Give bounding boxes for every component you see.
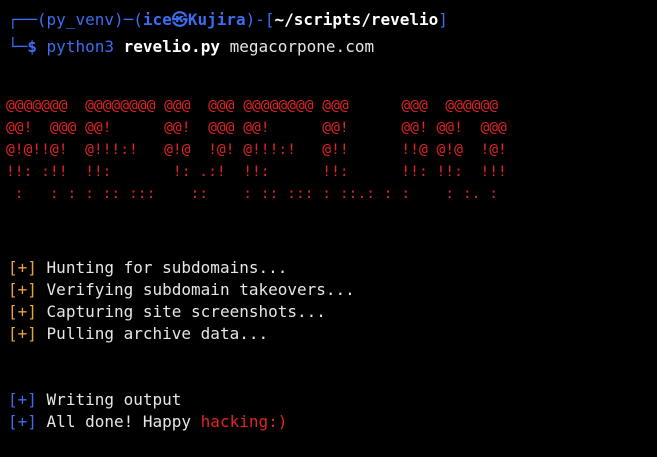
step-text: Capturing site screenshots... [46,302,326,321]
status-bracket: [+] [8,390,37,409]
prompt-dash: ─ [123,10,134,29]
hostname: Kujira [187,10,246,29]
status-bracket: [+] [8,280,37,299]
banner-line: @!@!!@! @!!!:! @!@ !@! @!!!:! @!! !!@ @!… [6,141,507,158]
status-bracket: [+] [8,412,37,431]
current-directory: ~/scripts/revelio [274,10,439,29]
banner-line: @@@@@@@ @@@@@@@@ @@@ @@@ @@@@@@@@ @@@ @@… [6,97,499,114]
step-line: [+] Hunting for subdomains... [8,257,287,279]
step-line: [+] Verifying subdomain takeovers... [8,279,355,301]
step-line: [+] Pulling archive data... [8,323,268,345]
command-argument: megacorpone.com [229,37,375,56]
step-text: Hunting for subdomains... [46,258,288,277]
prompt-line-1: ┌──(py_venv)─(ice㉿Kujira)-[~/scripts/rev… [8,9,448,31]
status-bracket: [+] [8,324,37,343]
banner-line: : : : : :: ::: :: : :: ::: : ::.: : : : … [6,185,499,202]
final-line: [+] Writing output [8,389,181,411]
hacking-highlight: hacking:) [200,412,288,431]
final-text: All done! Happy [46,412,201,431]
terminal-window[interactable]: ┌──(py_venv)─(ice㉿Kujira)-[~/scripts/rev… [0,0,657,457]
script-name: revelio.py [123,37,220,56]
prompt-dollar: $ [27,37,37,56]
dir-open: [ [264,10,275,29]
command-name: python3 [46,37,114,56]
at-symbol-icon: ㉿ [171,10,188,29]
step-text: Verifying subdomain takeovers... [46,280,355,299]
user-close: ) [245,10,256,29]
prompt-corner-bottom: └─ [8,37,28,56]
step-text: Pulling archive data... [46,324,269,343]
step-line: [+] Capturing site screenshots... [8,301,326,323]
username: ice [142,10,172,29]
final-text: Writing output [46,390,182,409]
venv-label: (py_venv) [36,10,124,29]
status-bracket: [+] [8,258,37,277]
prompt-line-2[interactable]: └─$ python3 revelio.py megacorpone.com [8,36,374,58]
banner-line: !!: :!! !!: !: .:! !!: !!: !!: !!: !!! [6,163,507,180]
user-open: ( [133,10,143,29]
final-line: [+] All done! Happy hacking:) [8,411,287,433]
prompt-corner-top: ┌── [8,10,37,29]
prompt-dash-2: - [255,10,265,29]
banner-line: @@! @@@ @@! @@! @@@ @@! @@! @@! @@! @@@ [6,119,507,136]
dir-close: ] [438,10,448,29]
status-bracket: [+] [8,302,37,321]
